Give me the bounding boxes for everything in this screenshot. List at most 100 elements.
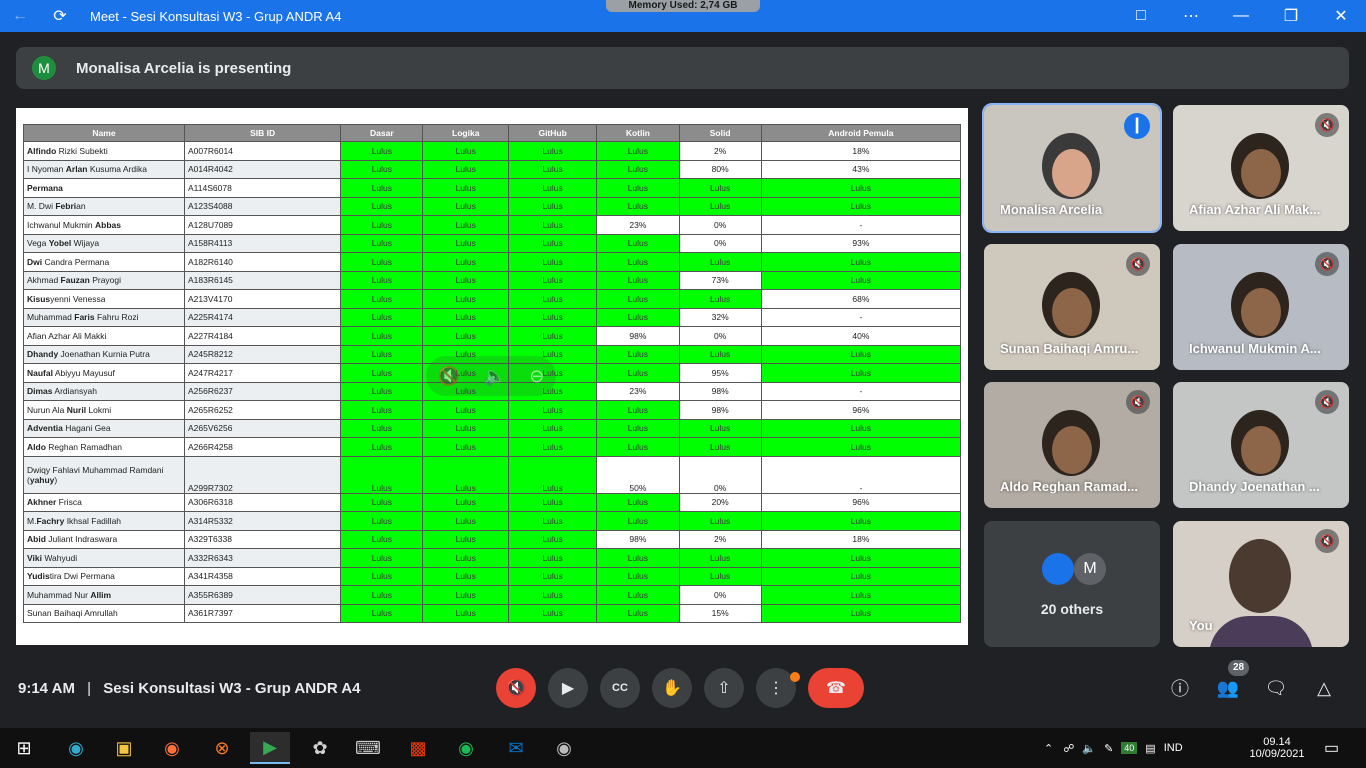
student-name: Yudistira Dwi Permana [23,566,185,586]
score-cell: Lulus [507,178,598,198]
end-call-button[interactable]: ☎ [808,668,864,708]
sib-id: A225R4174 [183,307,342,327]
minus-circle-icon[interactable]: ⊖ [529,366,544,387]
taskbar-time: 09.14 [1263,736,1291,748]
camera-toggle-button[interactable]: ▶ [548,668,588,708]
mail-icon[interactable]: ✉ [496,732,536,764]
windows-start-icon[interactable]: ⊞ [4,732,44,764]
student-name: Dimas Ardiansyah [23,381,185,401]
score-cell: 23% [596,381,680,401]
office-icon[interactable]: ▩ [398,732,438,764]
score-cell: Lulus [340,418,424,438]
activities-icon[interactable]: △ [1310,674,1338,702]
score-cell: Lulus [340,455,424,494]
score-cell: Lulus [596,437,680,457]
notification-icon[interactable]: ▭ [1324,728,1339,768]
pen-icon[interactable]: ✎ [1104,742,1113,755]
score-cell: Lulus [340,159,424,179]
taskbar-clock[interactable]: 09.14 10/09/2021 [1248,728,1306,768]
table-row: Aldo Reghan Ramadhan A266R4258 Lulus Lulus L… [23,437,962,457]
mic-off-icon[interactable]: 🔇 [438,366,460,387]
participant-tile[interactable]: 🔇 Sunan Baihaqi Amru... [984,244,1160,370]
participant-tile[interactable]: ┃ Monalisa Arcelia [982,103,1162,233]
score-cell: 50% [596,455,680,494]
score-cell: 68% [760,289,962,309]
paint-icon[interactable]: ✿ [300,732,340,764]
notification-dot [790,672,800,682]
score-cell: Lulus [340,529,424,549]
language-indicator[interactable]: IND [1164,742,1183,754]
table-row: Afian Azhar Ali Makki A227R4184 Lulus Lulus… [23,326,962,346]
participant-tile[interactable]: 🔇 Ichwanul Mukmin A... [1173,244,1349,370]
network-icon[interactable]: ☍ [1063,742,1074,755]
minimize-button[interactable]: — [1216,0,1266,32]
name-part: Reghan Ramadhan [45,441,122,452]
score-cell: Lulus [678,511,762,531]
score-cell: Lulus [507,492,598,512]
name-part: Candra Permana [42,256,110,267]
self-tile[interactable]: 🔇 You [1173,521,1349,647]
score-cell: Lulus [340,196,424,216]
back-arrow-icon[interactable]: ← [0,0,40,32]
score-cell: Lulus [507,437,598,457]
participant-tile[interactable]: 🔇 Dhandy Joenathan ... [1173,382,1349,508]
score-cell: Lulus [760,566,962,586]
speaker-icon[interactable]: 🔈 [1082,742,1096,755]
name-part: Muhammad Nur [27,589,91,600]
chevron-up-icon[interactable]: ⌃ [1044,742,1053,755]
refresh-icon[interactable]: ⟳ [40,0,80,32]
clock-time: 9:14 AM [18,679,75,697]
edge-icon[interactable]: ◉ [56,732,96,764]
score-cell: Lulus [760,363,962,383]
maximize-button[interactable]: ❐ [1266,0,1316,32]
mic-toggle-button[interactable]: 🔇 [496,668,536,708]
captions-button[interactable]: CC [600,668,640,708]
sib-id: A341R4358 [183,566,342,586]
sib-id: A213V4170 [183,289,342,309]
score-cell: Lulus [340,585,424,605]
score-cell: Lulus [507,215,598,235]
name-part: M. Dwi [27,201,56,212]
participant-tile[interactable]: 🔇 Aldo Reghan Ramad... [984,382,1160,508]
meeting-details-icon[interactable]: ⓘ [1166,674,1194,702]
score-cell: Lulus [678,178,762,198]
name-part: ) [54,474,58,485]
score-cell: Lulus [507,455,598,494]
volume-icon[interactable]: 🔈 [483,366,505,387]
more-options-icon[interactable]: ⋯ [1166,0,1216,32]
others-label: 20 others [1040,601,1104,617]
close-button[interactable]: ✕ [1316,0,1366,32]
sib-id: A361R7397 [183,603,342,623]
name-nickname: Dwi [27,256,43,267]
firefox-icon[interactable]: ◉ [152,732,192,764]
video-camera-icon[interactable]: □ [1116,0,1166,32]
column-header: Dasar [340,124,424,142]
google-meet-icon[interactable]: ▶ [250,732,290,764]
present-screen-button[interactable]: ⇧ [704,668,744,708]
taskbar-date: 10/09/2021 [1249,748,1305,760]
name-nickname: Dimas [27,386,53,397]
keyboard-icon[interactable]: ⌨ [348,732,388,764]
media-player-icon[interactable]: ◉ [446,732,486,764]
sib-id: A329T6338 [183,529,342,549]
raise-hand-button[interactable]: ✋ [652,668,692,708]
others-tile[interactable]: M 20 others [984,521,1160,647]
mic-off-icon: 🔇 [1315,113,1339,137]
audio-icon[interactable]: ◉ [544,732,584,764]
name-part: tira Dwi Permana [49,571,115,582]
score-cell: 98% [596,326,680,346]
battery-icon[interactable]: 40 [1121,742,1138,754]
score-cell: 73% [678,270,762,290]
score-cell: Lulus [340,252,424,272]
table-row: Viki Wahyudi A332R6343 Lulus Lulus Lulus Lulu… [23,548,962,568]
people-icon[interactable]: 👥 [1214,674,1242,702]
xampp-icon[interactable]: ⊗ [202,732,242,764]
calendar-icon[interactable]: ▤ [1145,742,1155,755]
name-part: Juliant Indraswara [45,534,118,545]
chat-icon[interactable]: 🗨 [1262,674,1290,702]
file-explorer-icon[interactable]: ▣ [104,732,144,764]
score-cell: Lulus [678,289,762,309]
sib-id: A183R6145 [183,270,342,290]
score-cell: Lulus [422,178,509,198]
participant-tile[interactable]: 🔇 Afian Azhar Ali Mak... [1173,105,1349,231]
